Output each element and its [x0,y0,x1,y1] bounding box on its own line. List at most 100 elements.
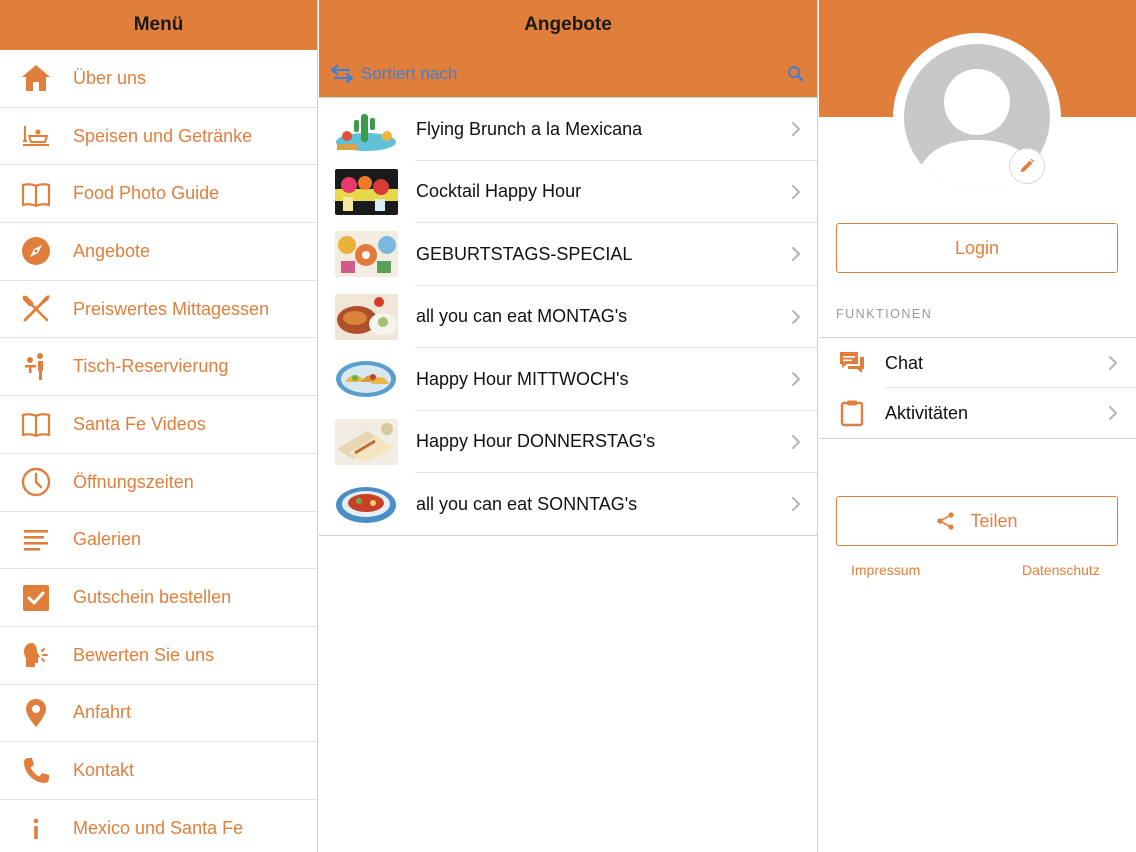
menu-item-label: Galerien [73,529,142,550]
phone-icon [0,742,73,799]
share-button[interactable]: Teilen [836,496,1118,546]
menu-item-label: Öffnungszeiten [73,471,194,492]
menu-item-label: Tisch-Reservierung [73,356,229,377]
rate-icon [0,627,73,684]
offer-title: all you can eat MONTAG's [416,306,628,327]
info-icon [0,800,73,852]
sort-arrows-icon [330,64,354,83]
menu-item-mexico-santa-fe[interactable]: Mexico und Santa Fe [0,800,317,852]
checkbox-icon [0,569,73,626]
list-item[interactable]: Cocktail Happy Hour [319,161,817,224]
menu-item-label: Mexico und Santa Fe [73,818,244,839]
party-thumbnail [335,231,398,278]
menu-panel: Menü Über uns Speisen und Getränke Food … [0,0,318,852]
function-item-chat[interactable]: Chat [819,338,1136,388]
clock-icon [0,454,73,511]
wraps-thumbnail [335,418,398,465]
chevron-right-icon [792,184,800,199]
function-item-aktivitaeten[interactable]: Aktivitäten [819,388,1136,438]
menu-item-kontakt[interactable]: Kontakt [0,742,317,800]
clipboard-icon [819,399,885,427]
dish-thumbnail [335,481,398,528]
menu-item-speisen[interactable]: Speisen und Getränke [0,108,317,166]
functions-section-title: FUNKTIONEN [836,307,933,321]
menu-item-gutschein[interactable]: Gutschein bestellen [0,569,317,627]
menu-item-mittagessen[interactable]: Preiswertes Mittagessen [0,281,317,339]
offer-title: all you can eat SONNTAG's [416,493,638,514]
chevron-right-icon [792,122,800,137]
chevron-right-icon [792,309,800,324]
menu-item-label: Kontakt [73,760,135,781]
home-icon [0,50,73,107]
menu-item-santa-fe-videos[interactable]: Santa Fe Videos [0,396,317,454]
list-icon [0,512,73,569]
offer-title: Flying Brunch a la Mexicana [416,118,643,139]
function-label: Aktivitäten [885,402,969,423]
menu-item-bewerten[interactable]: Bewerten Sie uns [0,627,317,685]
book-icon [0,165,73,222]
menu-item-tisch-reservierung[interactable]: Tisch-Reservierung [0,338,317,397]
menu-item-oeffnungszeiten[interactable]: Öffnungszeiten [0,454,317,512]
edit-avatar-button[interactable] [1009,148,1045,184]
location-pin-icon [0,685,73,742]
menu-item-label: Bewerten Sie uns [73,644,215,665]
menu-item-label: Gutschein bestellen [73,587,232,608]
impressum-link[interactable]: Impressum [851,562,920,578]
menu-header: Menü [0,0,317,50]
profile-panel: Login FUNKTIONEN Chat Aktivitäten Teilen… [819,0,1136,852]
list-item[interactable]: Flying Brunch a la Mexicana [319,98,817,161]
functions-list: Chat Aktivitäten [819,337,1136,439]
tacos-thumbnail [335,356,398,403]
cactus-thumbnail [335,106,398,153]
menu-title: Menü [133,14,184,35]
share-icon [937,512,955,530]
offers-header: Angebote Sortiert nach [319,0,817,98]
offer-title: Happy Hour DONNERSTAG's [416,431,656,452]
menu-item-label: Food Photo Guide [73,183,220,204]
sort-bar: Sortiert nach [319,50,817,97]
menu-list: Über uns Speisen und Getränke Food Photo… [0,50,317,852]
search-button[interactable] [785,63,807,85]
pencil-icon [1020,158,1035,173]
list-item[interactable]: all you can eat SONNTAG's [319,473,817,536]
food-drinks-icon [0,108,73,165]
chevron-right-icon [792,434,800,449]
menu-item-label: Speisen und Getränke [73,125,253,146]
offer-title: Cocktail Happy Hour [416,181,582,202]
menu-item-anfahrt[interactable]: Anfahrt [0,685,317,743]
fork-knife-icon [0,281,73,338]
menu-item-food-photo-guide[interactable]: Food Photo Guide [0,165,317,224]
menu-item-label: Preiswertes Mittagessen [73,298,270,319]
book-icon [0,396,73,453]
offer-list: Flying Brunch a la Mexicana Cocktail Hap… [319,98,817,536]
list-item[interactable]: all you can eat MONTAG's [319,286,817,349]
chevron-right-icon [1109,356,1117,370]
list-item[interactable]: Happy Hour MITTWOCH's [319,348,817,411]
chevron-right-icon [1109,406,1117,420]
offer-title: Happy Hour MITTWOCH's [416,368,629,389]
sort-button[interactable]: Sortiert nach [329,63,457,85]
datenschutz-link[interactable]: Datenschutz [1022,562,1100,578]
menu-item-label: Santa Fe Videos [73,413,206,434]
menu-item-label: Über uns [73,67,147,88]
menu-item-galerien[interactable]: Galerien [0,512,317,570]
food-plate-thumbnail [335,293,398,340]
chevron-right-icon [792,497,800,512]
page-title: Angebote [524,14,612,35]
offers-panel: Angebote Sortiert nach Flying Brunch a l… [319,0,818,852]
offers-title-bar: Angebote [319,0,817,50]
login-button[interactable]: Login [836,223,1118,273]
compass-icon [0,223,73,280]
list-item[interactable]: Happy Hour DONNERSTAG's [319,411,817,474]
reservation-icon [0,338,73,395]
menu-item-angebote[interactable]: Angebote [0,223,317,281]
menu-item-label: Anfahrt [73,702,132,723]
sort-label: Sortiert nach [361,63,458,83]
function-label: Chat [885,352,924,373]
chat-icon [819,349,885,377]
list-item[interactable]: GEBURTSTAGS-SPECIAL [319,223,817,286]
menu-item-ueber-uns[interactable]: Über uns [0,50,317,108]
chevron-right-icon [792,372,800,387]
offer-title: GEBURTSTAGS-SPECIAL [416,243,633,264]
search-icon [788,65,804,81]
